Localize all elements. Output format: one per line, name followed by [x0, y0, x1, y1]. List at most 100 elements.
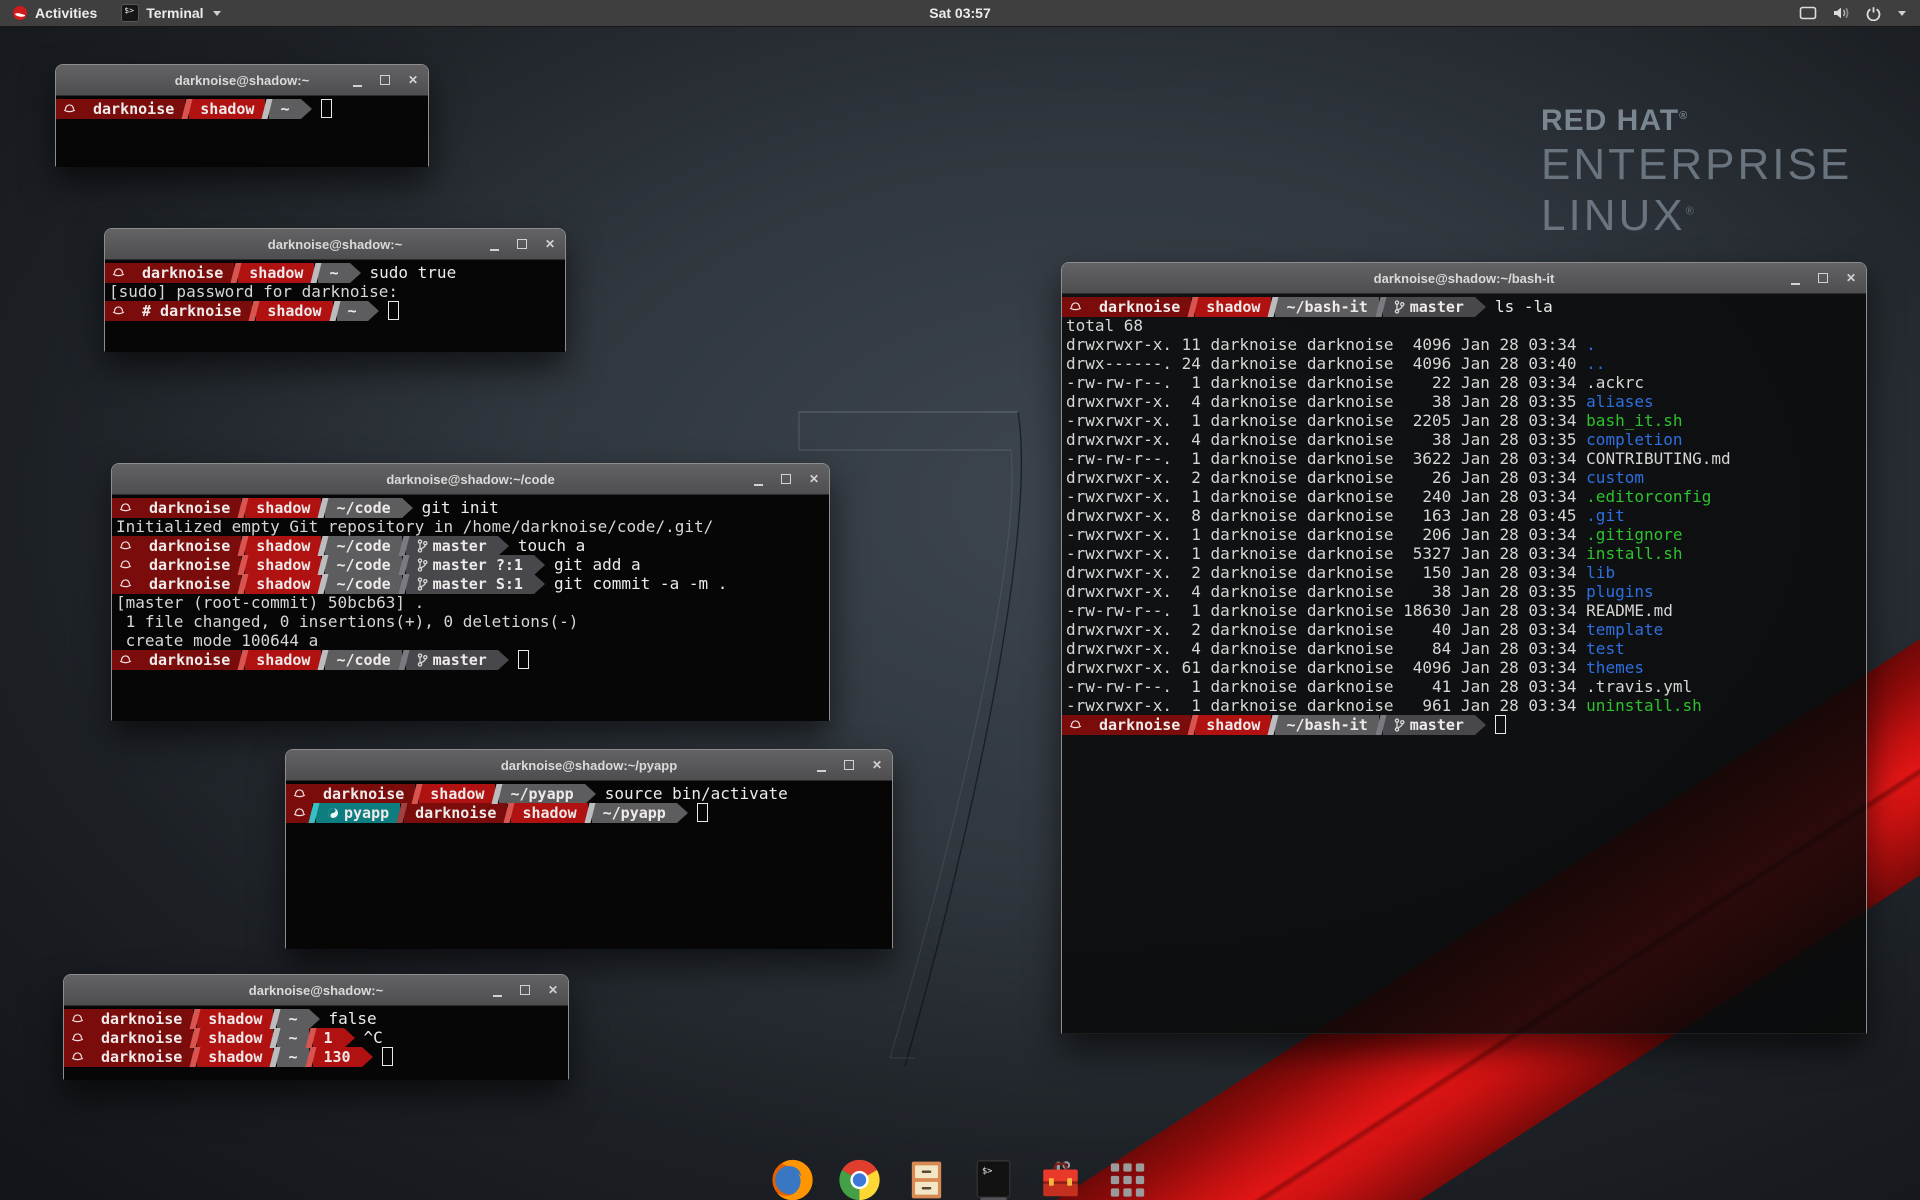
- titlebar[interactable]: darknoise@shadow:~/bash-it ✕: [1062, 263, 1866, 294]
- terminal-content[interactable]: darknoiseshadow~/pyappsource bin/activat…: [286, 781, 892, 949]
- prompt-segment-host: shadow: [197, 1009, 273, 1029]
- maximize-button[interactable]: [518, 983, 532, 997]
- minimize-button[interactable]: [751, 472, 765, 486]
- prompt-segment-user: darknoise: [138, 498, 241, 518]
- clock[interactable]: Sat 03:57: [929, 5, 990, 21]
- prompt-arrow: [498, 536, 509, 556]
- terminal-line: drwxrwxr-x. 4 darknoise darknoise 38 Jan…: [1062, 392, 1866, 411]
- dock-toolbox-icon[interactable]: [1037, 1156, 1085, 1200]
- titlebar[interactable]: darknoise@shadow:~ ✕: [56, 65, 428, 96]
- prompt-segment-git: master: [406, 650, 498, 670]
- terminal-content[interactable]: darknoiseshadow~: [56, 96, 428, 167]
- titlebar[interactable]: darknoise@shadow:~ ✕: [64, 975, 568, 1006]
- titlebar[interactable]: darknoise@shadow:~/code ✕: [112, 464, 829, 495]
- minimize-button[interactable]: [350, 73, 364, 87]
- terminal-content[interactable]: darknoiseshadow~/bash-itmasterls -latota…: [1062, 294, 1866, 1034]
- prompt-arrow: [344, 1028, 355, 1048]
- minimize-button[interactable]: [814, 758, 828, 772]
- terminal-line: drwxrwxr-x. 4 darknoise darknoise 84 Jan…: [1062, 639, 1866, 658]
- git-branch-icon: [417, 577, 428, 591]
- prompt-segment-user: darknoise: [138, 574, 241, 594]
- app-menu-terminal[interactable]: $> Terminal: [109, 0, 232, 26]
- maximize-button[interactable]: [1816, 271, 1830, 285]
- prompt-segment-user: darknoise: [82, 99, 185, 119]
- terminal-cursor[interactable]: [388, 301, 399, 320]
- terminal-line: drwx------. 24 darknoise darknoise 4096 …: [1062, 354, 1866, 373]
- output-text: drwxrwxr-x. 8 darknoise darknoise 163 Ja…: [1066, 506, 1586, 525]
- volume-icon[interactable]: [1832, 6, 1851, 20]
- prompt-segment-host: shadow: [245, 498, 321, 518]
- titlebar[interactable]: darknoise@shadow:~/pyapp ✕: [286, 750, 892, 781]
- prompt-segment-path: ~: [337, 301, 368, 321]
- terminal-content[interactable]: darknoiseshadow~sudo true[sudo] password…: [105, 260, 565, 352]
- system-menu-chevron-icon[interactable]: [1898, 11, 1906, 16]
- prompt-segment-user: darknoise: [1088, 297, 1191, 317]
- maximize-button[interactable]: [842, 758, 856, 772]
- maximize-button[interactable]: [779, 472, 793, 486]
- close-button[interactable]: ✕: [870, 758, 884, 772]
- close-button[interactable]: ✕: [546, 983, 560, 997]
- power-icon[interactable]: [1866, 6, 1881, 21]
- prompt-segment-host: shadow: [197, 1047, 273, 1067]
- dock-firefox-icon[interactable]: [769, 1156, 817, 1200]
- terminal-line: -rw-rw-r--. 1 darknoise darknoise 41 Jan…: [1062, 677, 1866, 696]
- prompt-arrow: [1475, 715, 1486, 735]
- redhat-prompt-icon: [119, 501, 132, 514]
- minimize-button[interactable]: [490, 983, 504, 997]
- close-button[interactable]: ✕: [543, 237, 557, 251]
- activities-button[interactable]: Activities: [0, 0, 109, 26]
- prompt-arrow: [309, 1009, 320, 1029]
- redhat-prompt-icon: [119, 653, 132, 666]
- file-name-dir: lib: [1586, 563, 1615, 582]
- terminal-line: darknoiseshadow~/codemaster: [112, 650, 829, 669]
- terminal-cursor[interactable]: [697, 803, 708, 822]
- prompt-segment-user: darknoise: [404, 803, 507, 823]
- command-text: false: [329, 1009, 377, 1028]
- minimize-button[interactable]: [1788, 271, 1802, 285]
- close-button[interactable]: ✕: [807, 472, 821, 486]
- terminal-cursor[interactable]: [518, 650, 529, 669]
- terminal-cursor[interactable]: [1495, 715, 1506, 734]
- logo-reg-mark-2: ®: [1686, 205, 1697, 217]
- git-branch-icon: [1394, 718, 1405, 732]
- terminal-content[interactable]: darknoiseshadow~falsedarknoiseshadow~1^C…: [64, 1006, 568, 1080]
- dock-chrome-icon[interactable]: [836, 1156, 884, 1200]
- prompt-segment-user: darknoise: [138, 650, 241, 670]
- maximize-button[interactable]: [515, 237, 529, 251]
- terminal-cursor[interactable]: [382, 1047, 393, 1066]
- terminal-window-sudo: darknoise@shadow:~ ✕ darknoiseshadow~sud…: [104, 228, 566, 352]
- close-button[interactable]: ✕: [1844, 271, 1858, 285]
- dock-terminal-icon[interactable]: $>: [970, 1156, 1018, 1200]
- prompt-segment-status: 1: [313, 1028, 344, 1048]
- prompt-arrow: [368, 301, 379, 321]
- terminal-line: -rw-rw-r--. 1 darknoise darknoise 18630 …: [1062, 601, 1866, 620]
- file-name-dir: themes: [1586, 658, 1644, 677]
- logo-brand: RED HAT: [1541, 104, 1679, 137]
- prompt-segment-host: shadow: [238, 263, 314, 283]
- command-text: source bin/activate: [605, 784, 788, 803]
- prompt-segment-user: darknoise: [1088, 715, 1191, 735]
- redhat-prompt-icon: [112, 304, 125, 317]
- terminal-content[interactable]: darknoiseshadow~/codegit initInitialized…: [112, 495, 829, 721]
- terminal-cursor[interactable]: [321, 99, 332, 118]
- prompt-segment-host: shadow: [256, 301, 332, 321]
- rhel-wallpaper-logo: RED HAT® ENTERPRISE LINUX®: [1541, 106, 1852, 238]
- close-button[interactable]: ✕: [406, 73, 420, 87]
- prompt-segment-user: darknoise: [138, 536, 241, 556]
- terminal-line: darknoiseshadow~/codemaster S:1git commi…: [112, 574, 829, 593]
- output-text: drwxrwxr-x. 61 darknoise darknoise 4096 …: [1066, 658, 1586, 677]
- terminal-line: darknoiseshadow~/codemastertouch a: [112, 536, 829, 555]
- minimize-button[interactable]: [487, 237, 501, 251]
- file-name-exec: .editorconfig: [1586, 487, 1711, 506]
- logo-reg-mark: ®: [1679, 110, 1688, 122]
- dock-app-grid-icon[interactable]: [1104, 1156, 1152, 1200]
- chevron-down-icon: [213, 11, 221, 16]
- maximize-button[interactable]: [378, 73, 392, 87]
- redhat-prompt-icon: [63, 102, 76, 115]
- display-icon[interactable]: [1799, 6, 1817, 20]
- terminal-line: -rwxrwxr-x. 1 darknoise darknoise 5327 J…: [1062, 544, 1866, 563]
- titlebar[interactable]: darknoise@shadow:~ ✕: [105, 229, 565, 260]
- dock-files-icon[interactable]: [903, 1156, 951, 1200]
- redhat-prompt-icon: [71, 1050, 84, 1063]
- output-text: -rw-rw-r--. 1 darknoise darknoise 3622 J…: [1066, 449, 1731, 468]
